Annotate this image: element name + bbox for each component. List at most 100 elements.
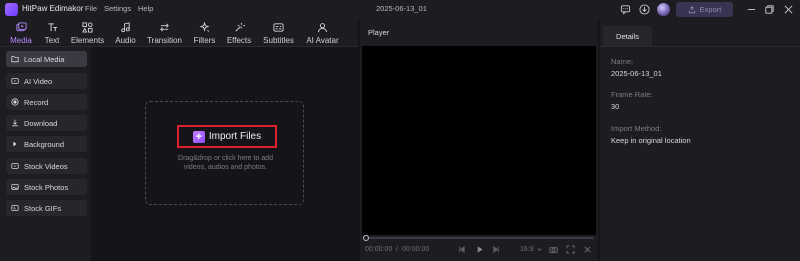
elements-icon (82, 22, 93, 33)
title-bar: HitPaw Edimakor File Settings Help 2025-… (0, 0, 800, 19)
sidebar-item-stock-videos[interactable]: Stock Videos (6, 158, 87, 174)
sidebar-item-label: Record (24, 97, 49, 107)
sidebar-item-stock-photos[interactable]: Stock Photos (6, 179, 87, 195)
current-time: 00:00:00 (365, 246, 393, 253)
stock-videos-icon (11, 163, 19, 169)
export-icon (688, 5, 695, 13)
playback-scrubber[interactable] (364, 237, 594, 239)
tab-text-label: Text (44, 36, 60, 45)
import-method-value: Keep in original location (611, 136, 691, 145)
ai-video-icon (11, 78, 19, 84)
tab-transition[interactable]: Transition (145, 19, 184, 46)
export-label: Export (699, 5, 722, 14)
import-method-label: Import Method: (611, 124, 662, 133)
tab-media[interactable]: Media (7, 19, 35, 46)
effects-icon (234, 22, 245, 32)
menu-settings[interactable]: Settings (104, 4, 131, 13)
dropzone-hint-line2: videos, audios and photos. (183, 164, 268, 171)
player-header: Player (360, 19, 598, 46)
tab-subtitles-label: Subtitles (263, 36, 294, 45)
stock-photos-icon (11, 184, 19, 190)
sidebar-item-ai-video[interactable]: AI Video (6, 73, 87, 89)
total-time: 00:00:00 (402, 246, 430, 253)
import-files-label: Import Files (208, 131, 262, 142)
minimize-icon[interactable] (745, 3, 758, 16)
player-title: Player (368, 28, 390, 37)
sidebar-item-label: AI Video (24, 76, 53, 86)
download-arrow-icon[interactable] (638, 3, 651, 16)
sidebar-item-download[interactable]: Download (6, 115, 87, 131)
folder-icon (11, 56, 19, 63)
play-icon[interactable] (475, 245, 484, 254)
tab-elements[interactable]: Elements (70, 19, 105, 46)
dropzone-hint: Drag&drop or click here to add videos, a… (160, 154, 291, 172)
tab-ai-avatar[interactable]: AI Avatar (304, 19, 341, 46)
sidebar-item-label: Stock Photos (24, 182, 69, 192)
tab-media-label: Media (10, 36, 32, 45)
background-icon (13, 141, 17, 147)
tab-audio-label: Audio (115, 36, 136, 45)
tab-filters-label: Filters (193, 36, 216, 45)
sidebar-item-label: Download (24, 118, 58, 128)
sidebar-item-label: Stock GIFs (24, 203, 62, 213)
tab-elements-label: Elements (70, 36, 105, 45)
sidebar-item-record[interactable]: Record (6, 94, 87, 110)
frame-rate-label: Frame Rate: (611, 90, 653, 99)
tab-effects-label: Effects (226, 36, 252, 45)
tab-effects[interactable]: Effects (225, 19, 253, 46)
tab-transition-label: Transition (147, 36, 182, 45)
skip-forward-icon[interactable] (492, 245, 501, 254)
frame-rate-value: 30 (611, 102, 620, 111)
subtitles-icon (273, 23, 284, 32)
sidebar-item-local-media[interactable]: Local Media (6, 51, 87, 67)
details-panel: Details Name: 2025-06-13_01 Frame Rate: … (600, 19, 800, 261)
sidebar-item-label: Stock Videos (24, 161, 68, 171)
user-avatar[interactable] (657, 3, 670, 16)
sidebar-item-label: Local Media (24, 54, 65, 64)
sidebar-item-background[interactable]: Background (6, 136, 87, 152)
record-icon (11, 98, 19, 106)
document-title: 2025-06-13_01 (376, 4, 427, 13)
tab-subtitles[interactable]: Subtitles (260, 19, 297, 46)
expand-icon[interactable] (583, 245, 592, 254)
audio-icon (121, 22, 130, 33)
skip-back-icon[interactable] (457, 245, 466, 254)
player-preview[interactable] (362, 46, 596, 235)
app-name: HitPaw Edimakor (22, 4, 84, 13)
scrubber-handle[interactable] (363, 235, 369, 241)
feature-tab-bar: Media Text Elements Audio Transition Fil… (0, 19, 358, 46)
app-logo-icon (5, 3, 18, 16)
tab-text[interactable]: Text (41, 19, 63, 46)
media-sidebar: Local Media AI Video Record Download Bac… (0, 46, 91, 261)
dropzone-hint-line1: Drag&drop or click here to add (178, 155, 273, 162)
stock-gifs-icon (11, 205, 19, 211)
feedback-icon[interactable] (619, 3, 632, 16)
close-icon[interactable] (782, 3, 795, 16)
download-icon (12, 119, 18, 127)
menu-help[interactable]: Help (138, 4, 153, 13)
tab-filters[interactable]: Filters (192, 19, 217, 46)
restore-icon[interactable] (763, 3, 776, 16)
text-icon (47, 23, 57, 32)
media-library-area: + Import Files Drag&drop or click here t… (91, 46, 358, 261)
menu-file[interactable]: File (85, 4, 97, 13)
chevron-down-icon[interactable] (535, 245, 544, 254)
ai-avatar-icon (317, 23, 328, 33)
time-separator: / (396, 246, 398, 253)
name-label: Name: (611, 57, 634, 66)
export-button[interactable]: Export (676, 2, 733, 17)
media-icon (15, 22, 27, 32)
details-body: Name: 2025-06-13_01 Frame Rate: 30 Impor… (600, 46, 800, 261)
fullscreen-icon[interactable] (566, 245, 575, 254)
sidebar-item-label: Background (24, 139, 65, 149)
player-panel: Player 00:00:00 / 00:00:00 16:9 (360, 19, 598, 261)
sidebar-item-stock-gifs[interactable]: Stock GIFs (6, 200, 87, 216)
import-dropzone[interactable]: + Import Files Drag&drop or click here t… (145, 101, 304, 205)
snapshot-icon[interactable] (549, 245, 558, 254)
tab-details[interactable]: Details (603, 26, 652, 46)
name-value: 2025-06-13_01 (611, 69, 662, 78)
tab-audio[interactable]: Audio (113, 19, 138, 46)
filters-icon (199, 22, 210, 32)
import-files-button[interactable]: + Import Files (177, 125, 277, 148)
aspect-ratio-select[interactable]: 16:9 (520, 246, 534, 253)
